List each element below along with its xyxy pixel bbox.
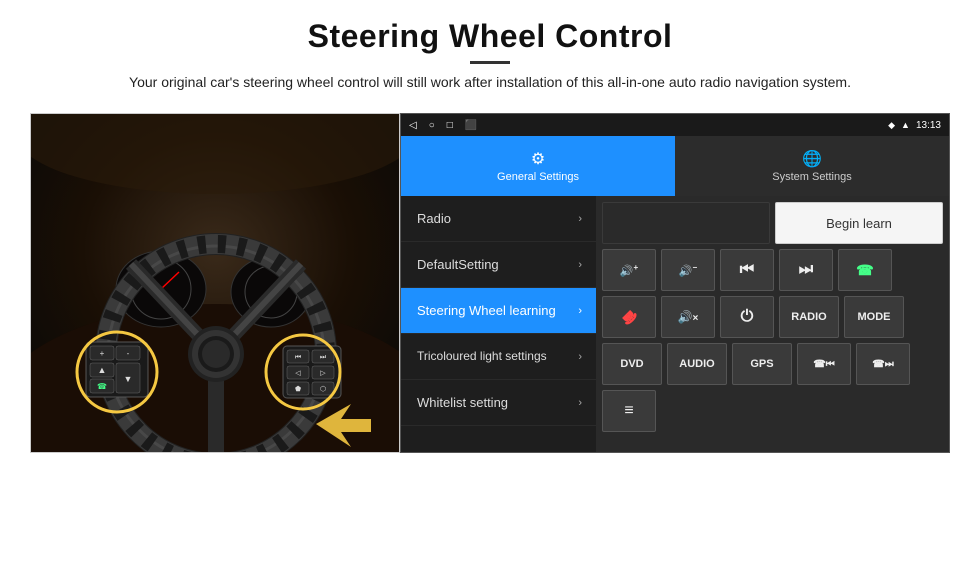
svg-text:☎: ☎ xyxy=(97,382,107,391)
image-panel: + - ▲ ☎ ▼ ⏮ ⏭ xyxy=(30,113,400,453)
mute-button[interactable]: 🔊× xyxy=(661,296,715,338)
title-divider xyxy=(470,61,510,64)
tel-next-icon: ☎⏭ xyxy=(872,359,893,370)
controls-panel: Begin learn 🔊+ 🔊− ⏮ xyxy=(596,196,949,452)
menu-panel: Radio › DefaultSetting › Steering Wheel … xyxy=(401,196,596,452)
svg-text:◁: ◁ xyxy=(295,370,301,377)
hangup-button[interactable]: ☎ xyxy=(602,296,656,338)
menu-item-whitelist[interactable]: Whitelist setting › xyxy=(401,380,596,426)
settings-tabs: ⚙ General Settings 🌐 System Settings xyxy=(401,136,949,196)
volume-up-icon: 🔊+ xyxy=(620,263,638,278)
menu-item-tricoloured[interactable]: Tricoloured light settings › xyxy=(401,334,596,380)
menu-item-steering-label: Steering Wheel learning xyxy=(417,303,578,319)
controls-row-1: Begin learn xyxy=(602,202,943,244)
menu-item-radio[interactable]: Radio › xyxy=(401,196,596,242)
status-bar-right: ◆ ▲ 13:13 xyxy=(888,120,941,131)
chevron-icon-steering: › xyxy=(578,305,582,317)
chevron-icon-tricoloured: › xyxy=(578,351,582,363)
volume-down-icon: 🔊− xyxy=(679,263,697,278)
controls-row-4: DVD AUDIO GPS ☎⏮ ☎⏭ xyxy=(602,343,943,385)
page-title: Steering Wheel Control xyxy=(129,18,851,55)
status-bar: ◁ ○ □ ⬛ ◆ ▲ 13:13 xyxy=(401,114,949,136)
power-button[interactable]: ⏻ xyxy=(720,296,774,338)
recent-nav-icon[interactable]: □ xyxy=(447,120,453,131)
power-icon: ⏻ xyxy=(741,308,754,326)
steering-wheel-image: + - ▲ ☎ ▼ ⏮ ⏭ xyxy=(31,114,399,452)
status-bar-left: ◁ ○ □ ⬛ xyxy=(409,120,477,131)
tel-prev-icon: ☎⏮ xyxy=(813,359,834,370)
back-nav-icon[interactable]: ◁ xyxy=(409,120,417,131)
content-row: + - ▲ ☎ ▼ ⏮ ⏭ xyxy=(30,113,950,453)
globe-icon: 🌐 xyxy=(802,149,822,169)
menu-item-default[interactable]: DefaultSetting › xyxy=(401,242,596,288)
gps-button[interactable]: GPS xyxy=(732,343,792,385)
wifi-icon: ▲ xyxy=(901,120,910,130)
home-nav-icon[interactable]: ○ xyxy=(429,120,435,131)
location-icon: ◆ xyxy=(888,120,895,131)
page-container: Steering Wheel Control Your original car… xyxy=(0,0,980,562)
mode-button[interactable]: MODE xyxy=(844,296,904,338)
device-panel: ◁ ○ □ ⬛ ◆ ▲ 13:13 ⚙ General Settings xyxy=(400,113,950,453)
tel-next-button[interactable]: ☎⏭ xyxy=(856,343,910,385)
menu-item-default-label: DefaultSetting xyxy=(417,257,578,273)
mute-icon: 🔊× xyxy=(678,310,699,324)
phone-answer-button[interactable]: ☎ xyxy=(838,249,892,291)
list-icon: ≡ xyxy=(624,402,633,420)
tab-system-settings[interactable]: 🌐 System Settings xyxy=(675,136,949,196)
svg-text:▷: ▷ xyxy=(320,370,326,377)
controls-row-5: ≡ xyxy=(602,390,943,432)
screenshot-icon[interactable]: ⬛ xyxy=(465,120,477,131)
next-track-button[interactable]: ⏭ xyxy=(779,249,833,291)
svg-text:⬡: ⬡ xyxy=(320,385,326,393)
tel-prev-button[interactable]: ☎⏮ xyxy=(797,343,851,385)
svg-text:⏭: ⏭ xyxy=(320,354,327,361)
dvd-button[interactable]: DVD xyxy=(602,343,662,385)
gear-icon: ⚙ xyxy=(531,149,545,169)
tab-system-label: System Settings xyxy=(772,171,851,183)
svg-text:+: + xyxy=(100,349,105,358)
svg-text:▲: ▲ xyxy=(98,365,107,375)
clock: 13:13 xyxy=(916,120,941,131)
next-icon: ⏭ xyxy=(799,261,813,279)
tab-general-settings[interactable]: ⚙ General Settings xyxy=(401,136,675,196)
main-content: Radio › DefaultSetting › Steering Wheel … xyxy=(401,196,949,452)
phone-icon: ☎ xyxy=(856,262,873,279)
controls-row-3: ☎ 🔊× ⏻ RADIO MODE xyxy=(602,296,943,338)
menu-item-whitelist-label: Whitelist setting xyxy=(417,395,578,411)
steering-wheel-svg: + - ▲ ☎ ▼ ⏮ ⏭ xyxy=(31,114,399,452)
volume-down-button[interactable]: 🔊− xyxy=(661,249,715,291)
volume-up-button[interactable]: 🔊+ xyxy=(602,249,656,291)
chevron-icon-radio: › xyxy=(578,213,582,225)
radio-button[interactable]: RADIO xyxy=(779,296,839,338)
menu-item-tricoloured-label: Tricoloured light settings xyxy=(417,349,578,363)
empty-cell-1 xyxy=(602,202,770,244)
prev-icon: ⏮ xyxy=(740,261,754,279)
prev-track-button[interactable]: ⏮ xyxy=(720,249,774,291)
menu-item-radio-label: Radio xyxy=(417,211,578,227)
svg-text:▼: ▼ xyxy=(124,374,133,384)
begin-learn-button[interactable]: Begin learn xyxy=(775,202,943,244)
hangup-icon: ☎ xyxy=(618,306,641,329)
list-button[interactable]: ≡ xyxy=(602,390,656,432)
audio-button[interactable]: AUDIO xyxy=(667,343,727,385)
chevron-icon-whitelist: › xyxy=(578,397,582,409)
subtitle: Your original car's steering wheel contr… xyxy=(129,72,851,93)
tab-general-label: General Settings xyxy=(497,171,579,183)
chevron-icon-default: › xyxy=(578,259,582,271)
svg-text:-: - xyxy=(127,349,130,358)
menu-item-steering[interactable]: Steering Wheel learning › xyxy=(401,288,596,334)
controls-row-2: 🔊+ 🔊− ⏮ ⏭ ☎ xyxy=(602,249,943,291)
title-section: Steering Wheel Control Your original car… xyxy=(129,18,851,107)
svg-text:⬟: ⬟ xyxy=(295,385,301,393)
svg-text:⏮: ⏮ xyxy=(295,354,301,361)
